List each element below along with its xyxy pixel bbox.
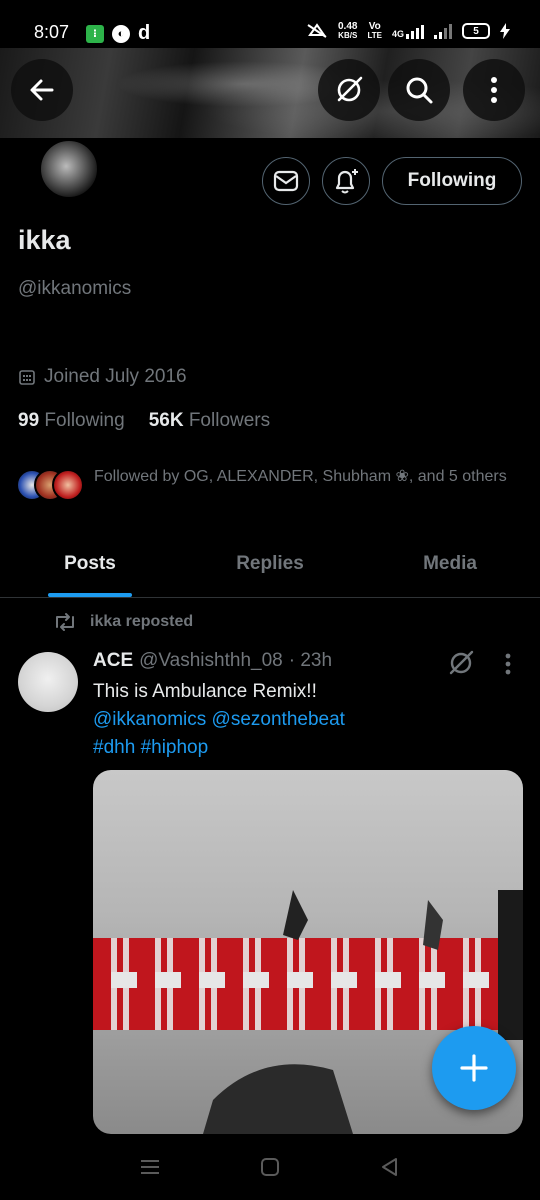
active-tab-indicator: [48, 593, 132, 597]
post-header: ACE @Vashishthh_08 · 23h: [93, 650, 332, 672]
user-handle: @ikkanomics: [18, 278, 132, 299]
arrow-left-icon: [30, 79, 54, 101]
post-text: This is Ambulance Remix!! @ikkanomics @s…: [93, 681, 345, 758]
tab-media[interactable]: Media: [360, 530, 540, 597]
search-button[interactable]: [388, 59, 450, 121]
followed-by[interactable]: Followed by OG, ALEXANDER, Shubham ❀, an…: [16, 465, 516, 503]
avatar: [52, 469, 84, 501]
grok-icon: [449, 650, 474, 675]
signal-4g: 4G: [392, 23, 424, 39]
browser-notification-icon: ◐: [112, 24, 130, 43]
recent-apps-icon[interactable]: [139, 1158, 161, 1176]
battery-icon: 5: [462, 23, 490, 39]
more-vertical-icon: [491, 77, 497, 103]
status-time: 8:07: [34, 22, 70, 42]
profile-avatar[interactable]: [38, 138, 100, 200]
mention-link[interactable]: @ikkanomics: [93, 709, 206, 730]
network-speed: 0.48 KB/S: [338, 21, 358, 41]
following-button[interactable]: Following: [382, 157, 522, 205]
search-icon: [406, 77, 433, 104]
back-nav-icon[interactable]: [379, 1156, 401, 1178]
profile-banner: [0, 48, 540, 138]
post-author-handle[interactable]: @Vashishthh_08: [139, 650, 283, 672]
notification-icons: ⁝ ◐ d: [86, 22, 150, 45]
message-button[interactable]: [262, 157, 310, 205]
notifications-button[interactable]: [322, 157, 370, 205]
bell-plus-icon: [335, 169, 358, 194]
system-nav-bar: [0, 1134, 540, 1200]
joined-date: Joined July 2016: [18, 366, 187, 388]
back-button[interactable]: [11, 59, 73, 121]
post-grok-button[interactable]: [446, 648, 476, 683]
status-bar: 8:07 ⁝ ◐ d 0.48 KB/S Vo LTE 4G 5: [0, 0, 540, 48]
repost-icon: [56, 613, 74, 631]
compose-post-button[interactable]: [432, 1026, 516, 1110]
charging-icon: [500, 23, 510, 39]
followed-by-text: Followed by OG, ALEXANDER, Shubham ❀, an…: [94, 468, 507, 485]
display-name: ikka: [18, 225, 71, 255]
volte-indicator: Vo LTE: [367, 21, 382, 41]
app-notification-icon: ⁝: [86, 24, 104, 43]
hashtag-link[interactable]: #hiphop: [141, 737, 209, 758]
hashtag-link[interactable]: #dhh: [93, 737, 135, 758]
post-author-name[interactable]: ACE: [93, 650, 133, 672]
mention-link[interactable]: @sezonthebeat: [212, 709, 345, 730]
calendar-icon: [19, 370, 35, 385]
dailyhunt-notification-icon: d: [138, 22, 151, 44]
more-vertical-icon: [505, 653, 511, 675]
following-count-link[interactable]: 99 Following: [18, 410, 125, 432]
repost-indicator: ikka reposted: [52, 612, 193, 632]
post-author-avatar[interactable]: [18, 652, 78, 712]
post-time: · 23h: [288, 650, 333, 671]
signal-bars-icon: [434, 23, 452, 39]
grok-icon: [337, 76, 363, 102]
profile-tabs: Posts Replies Media: [0, 530, 540, 598]
mute-alarm-icon: [307, 23, 327, 38]
tab-replies[interactable]: Replies: [180, 530, 360, 597]
post-more-button[interactable]: [504, 652, 512, 681]
envelope-icon: [273, 170, 299, 192]
tab-posts[interactable]: Posts: [0, 530, 180, 597]
follow-stats: 99 Following 56K Followers: [18, 410, 270, 432]
more-options-button[interactable]: [463, 59, 525, 121]
plus-icon: [460, 1054, 488, 1082]
followers-count-link[interactable]: 56K Followers: [149, 410, 270, 432]
mutual-avatars: [16, 465, 84, 503]
system-indicators: 0.48 KB/S Vo LTE 4G 5: [306, 22, 510, 40]
home-icon[interactable]: [259, 1156, 281, 1178]
grok-button[interactable]: [318, 59, 380, 121]
